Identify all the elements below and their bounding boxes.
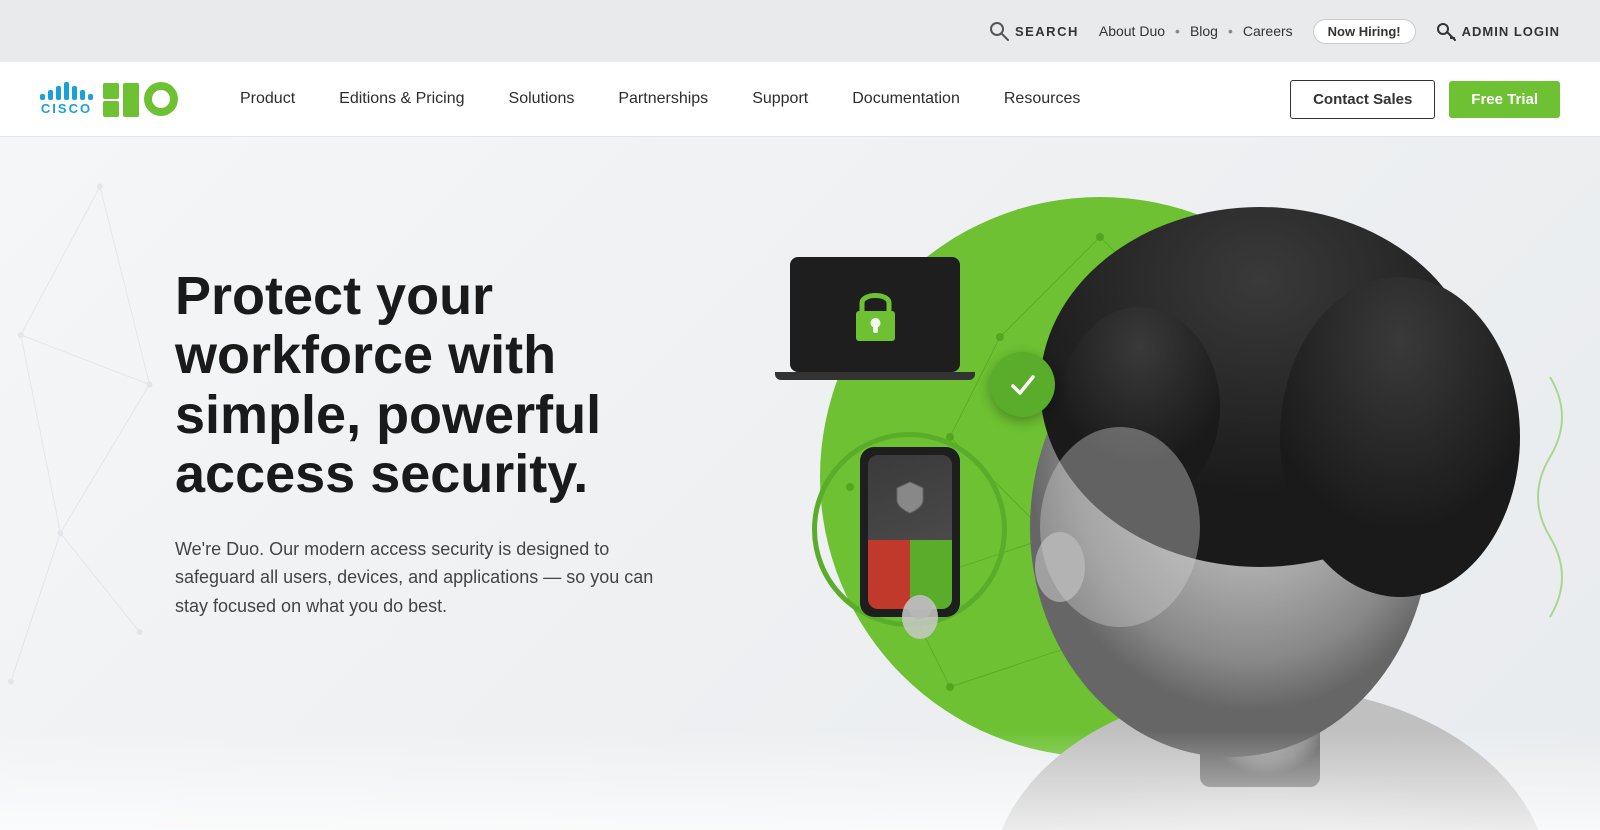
top-bar: SEARCH About Duo • Blog • Careers Now Hi… <box>0 0 1600 62</box>
nav-product[interactable]: Product <box>218 62 317 137</box>
nav-actions: Contact Sales Free Trial <box>1290 80 1560 119</box>
nav-partnerships[interactable]: Partnerships <box>596 62 730 137</box>
key-icon <box>1436 21 1456 41</box>
contact-sales-button[interactable]: Contact Sales <box>1290 80 1435 119</box>
lock-icon <box>848 285 903 345</box>
hero-mist <box>0 730 1600 830</box>
separator-1: • <box>1175 23 1180 39</box>
cisco-logo: CISCO <box>40 82 93 116</box>
nav-resources[interactable]: Resources <box>982 62 1102 137</box>
cisco-text: CISCO <box>41 101 92 116</box>
check-icon <box>1007 369 1039 401</box>
now-hiring-badge[interactable]: Now Hiring! <box>1313 19 1416 44</box>
separator-2: • <box>1228 23 1233 39</box>
hero-text: Protect your workforce with simple, powe… <box>175 267 745 621</box>
search-button[interactable]: SEARCH <box>989 21 1079 41</box>
about-duo-link[interactable]: About Duo <box>1099 23 1165 39</box>
duo-wordmark <box>103 79 178 119</box>
phone-device <box>860 447 960 617</box>
hero-section: Protect your workforce with simple, powe… <box>0 137 1600 830</box>
geo-lines-left <box>0 137 200 830</box>
search-icon <box>989 21 1009 41</box>
top-bar-links: About Duo • Blog • Careers <box>1099 23 1293 39</box>
laptop-device <box>790 257 975 380</box>
hero-headline: Protect your workforce with simple, powe… <box>175 267 745 505</box>
finger-icon <box>890 592 950 642</box>
careers-link[interactable]: Careers <box>1243 23 1293 39</box>
admin-login-button[interactable]: ADMIN LOGIN <box>1436 21 1560 41</box>
nav-documentation[interactable]: Documentation <box>830 62 982 137</box>
check-badge <box>990 352 1055 417</box>
duo-logo[interactable]: CISCO <box>40 79 178 119</box>
nav-links: Product Editions & Pricing Solutions Par… <box>218 62 1290 137</box>
free-trial-button[interactable]: Free Trial <box>1449 81 1560 118</box>
search-label: SEARCH <box>1015 24 1079 39</box>
main-nav: CISCO Product Editions & Pricing Solutio… <box>0 62 1600 137</box>
blog-link[interactable]: Blog <box>1190 23 1218 39</box>
nav-solutions[interactable]: Solutions <box>487 62 597 137</box>
nav-editions-pricing[interactable]: Editions & Pricing <box>317 62 486 137</box>
shield-icon <box>895 480 925 515</box>
admin-login-label: ADMIN LOGIN <box>1462 24 1560 39</box>
hero-subtext: We're Duo. Our modern access security is… <box>175 535 665 621</box>
nav-support[interactable]: Support <box>730 62 830 137</box>
